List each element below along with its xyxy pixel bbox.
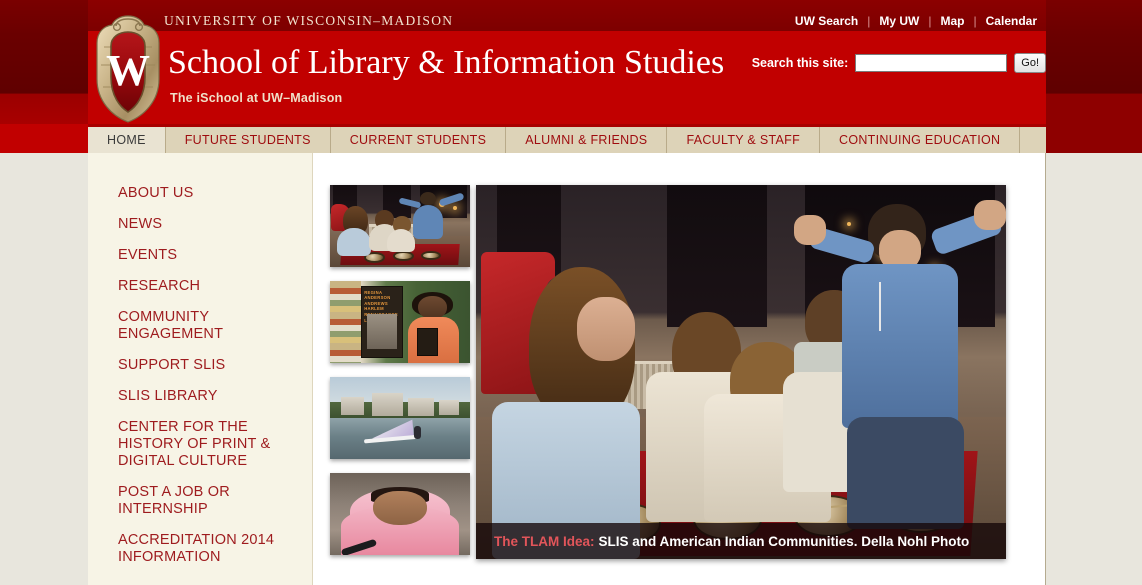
sidebar-item-research[interactable]: RESEARCH [88, 278, 312, 295]
sidebar-item-center-history-print[interactable]: CENTER FOR THE HISTORY OF PRINT & DIGITA… [88, 419, 312, 470]
nav-left-fill [0, 124, 88, 153]
nav-tabs-filler [1020, 127, 1046, 153]
thumbnail-lake-image [330, 377, 470, 459]
main-nav-tabs: HOME FUTURE STUDENTS CURRENT STUDENTS AL… [88, 127, 1046, 153]
sidebar-nav: ABOUT US NEWS EVENTS RESEARCH COMMUNITY … [88, 153, 313, 585]
sidebar-item-community-engagement[interactable]: COMMUNITY ENGAGEMENT [88, 309, 312, 343]
hero-image[interactable]: The TLAM Idea: SLIS and American Indian … [476, 185, 1006, 559]
site-subtitle: The iSchool at UW–Madison [170, 91, 343, 105]
thumbnail-portrait[interactable] [330, 473, 470, 555]
thumbnail-rail: REGINA ANDERSON ANDREWS HARLEM RENAISSAN… [330, 185, 470, 569]
university-name: UNIVERSITY OF WISCONSIN–MADISON [164, 13, 454, 28]
banner-right-gradient [1046, 0, 1142, 124]
hero-caption-text: SLIS and American Indian Communities. De… [598, 533, 970, 549]
sidebar-item-post-a-job[interactable]: POST A JOB OR INTERNSHIP [88, 484, 312, 518]
thumbnail-tlam-image [330, 185, 470, 267]
thumbnail-book-image: REGINA ANDERSON ANDREWS HARLEM RENAISSAN… [330, 281, 470, 363]
page-body: ABOUT US NEWS EVENTS RESEARCH COMMUNITY … [88, 153, 1046, 585]
site-title: School of Library & Information Studies [168, 44, 725, 81]
search-submit-button[interactable]: Go! [1014, 53, 1046, 73]
nav-tab-home[interactable]: HOME [88, 127, 166, 153]
feature-content: REGINA ANDERSON ANDREWS HARLEM RENAISSAN… [314, 153, 1045, 585]
thumbnail-lake[interactable] [330, 377, 470, 459]
utility-link-calendar[interactable]: Calendar [977, 14, 1046, 28]
sidebar-item-news[interactable]: NEWS [88, 216, 312, 233]
sidebar-item-support-slis[interactable]: SUPPORT SLIS [88, 357, 312, 374]
svg-text:W: W [106, 46, 150, 95]
utility-nav: UW Search | My UW | Map | Calendar [786, 14, 1046, 28]
hero-caption: The TLAM Idea: SLIS and American Indian … [476, 523, 1006, 559]
search-input[interactable] [855, 54, 1008, 72]
nav-tab-alumni-friends[interactable]: ALUMNI & FRIENDS [506, 127, 668, 153]
search-label: Search this site: [751, 56, 849, 70]
thumbnail-portrait-image [330, 473, 470, 555]
main-nav-bar: HOME FUTURE STUDENTS CURRENT STUDENTS AL… [0, 124, 1142, 153]
sidebar-item-accreditation[interactable]: ACCREDITATION 2014 INFORMATION [88, 532, 312, 566]
browser-page: W UNIVERSITY OF WISCONSIN–MADISON School… [0, 0, 1142, 585]
nav-tab-faculty-staff[interactable]: FACULTY & STAFF [667, 127, 820, 153]
utility-link-my-uw[interactable]: My UW [870, 14, 928, 28]
nav-right-fill [1046, 124, 1142, 153]
sidebar-item-about-us[interactable]: ABOUT US [88, 185, 312, 202]
sidebar-item-events[interactable]: EVENTS [88, 247, 312, 264]
banner-left-gradient [0, 0, 88, 124]
hero-caption-lead: The TLAM Idea: [494, 533, 595, 549]
utility-link-map[interactable]: Map [932, 14, 974, 28]
site-search: Search this site: Go! [752, 53, 1046, 73]
site-banner: W UNIVERSITY OF WISCONSIN–MADISON School… [0, 0, 1142, 124]
thumbnail-book[interactable]: REGINA ANDERSON ANDREWS HARLEM RENAISSAN… [330, 281, 470, 363]
hero-photo [476, 185, 1006, 559]
nav-tab-continuing-education[interactable]: CONTINUING EDUCATION [820, 127, 1021, 153]
uw-crest-icon[interactable]: W [92, 13, 164, 125]
nav-tab-current-students[interactable]: CURRENT STUDENTS [330, 127, 507, 153]
nav-tab-future-students[interactable]: FUTURE STUDENTS [165, 127, 331, 153]
utility-link-uw-search[interactable]: UW Search [786, 14, 867, 28]
thumbnail-tlam[interactable] [330, 185, 470, 267]
sidebar-item-slis-library[interactable]: SLIS LIBRARY [88, 388, 312, 405]
